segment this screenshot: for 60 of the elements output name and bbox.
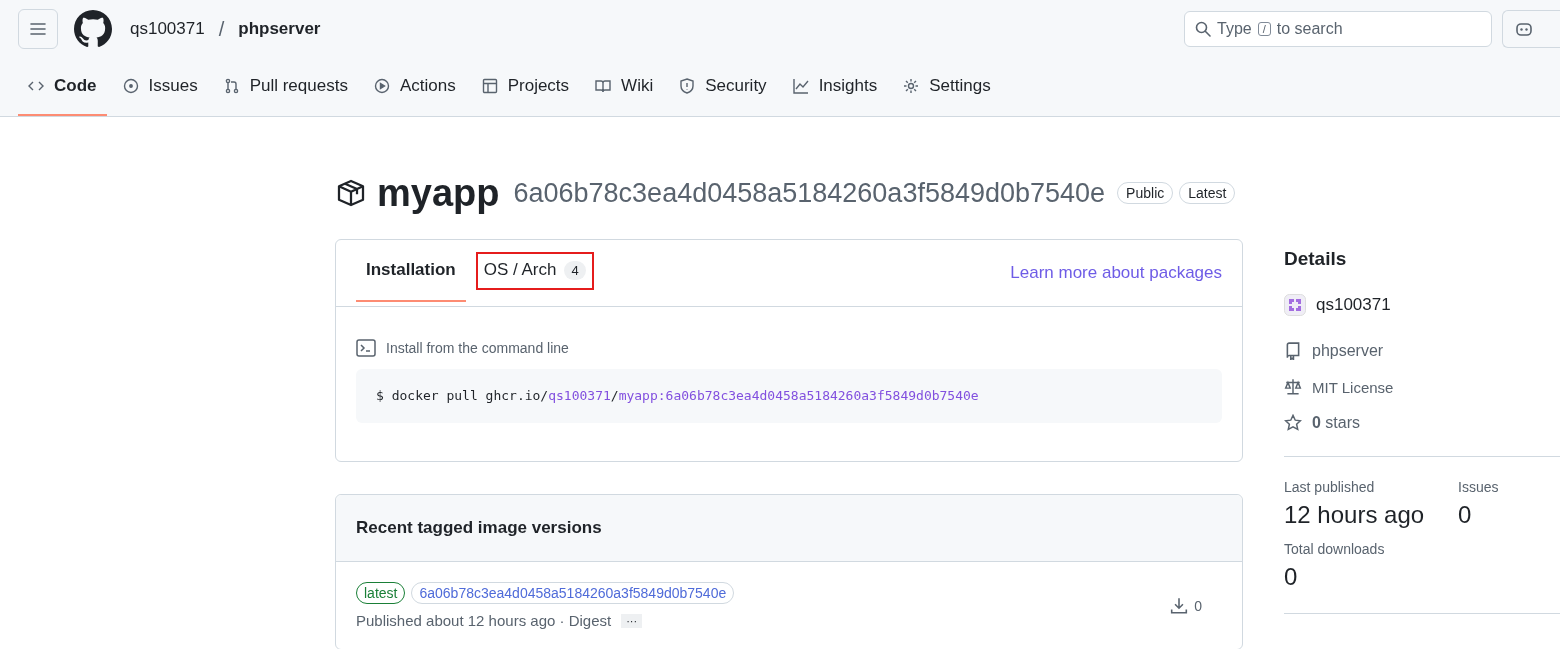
octocat-logo-icon[interactable]	[74, 10, 112, 48]
slash-key: /	[1257, 22, 1271, 36]
package-tab[interactable]: Installation	[356, 240, 466, 302]
learn-more-link[interactable]: Learn more about packages	[1010, 240, 1222, 306]
star-icon	[1284, 414, 1302, 432]
publish-info: Published about 12 hours ago · Digest	[356, 612, 612, 629]
repo-nav-tab[interactable]: Projects	[471, 58, 580, 116]
stat-value: 0	[1284, 563, 1299, 591]
repo-nav-tab[interactable]: Code	[18, 58, 107, 116]
repo-nav-tab[interactable]: Insights	[782, 58, 888, 116]
stars-link[interactable]: 0 stars	[1312, 414, 1361, 432]
download-icon	[1170, 596, 1189, 615]
more-button[interactable]: ···	[621, 613, 643, 628]
repo-nav-tab[interactable]: Security	[669, 58, 777, 116]
repo-link[interactable]: phpserver	[238, 19, 321, 39]
package-digest: 6a06b78c3ea4d0458a5184260a3f5849d0b7540e	[513, 177, 1106, 209]
owner-link[interactable]: qs100371	[1316, 295, 1391, 315]
repo-link[interactable]: phpserver	[1312, 342, 1384, 360]
repo-nav-tab[interactable]: Settings	[893, 58, 1001, 116]
stat-label: Total downloads	[1284, 541, 1386, 557]
menu-icon	[30, 21, 46, 37]
play-icon	[373, 78, 390, 94]
search-placeholder: Type	[1217, 20, 1252, 38]
stat-value: 0	[1458, 501, 1473, 529]
search-icon	[1195, 21, 1211, 37]
shield-icon	[679, 78, 696, 94]
scale-icon	[1284, 378, 1302, 396]
package-tab[interactable]: OS / Arch 4	[463, 240, 606, 302]
repo-icon	[1284, 342, 1302, 360]
table-icon	[481, 78, 498, 94]
terminal-icon	[356, 339, 376, 357]
download-count: 0	[1194, 597, 1202, 614]
copilot-button[interactable]	[1502, 10, 1560, 48]
owner-link[interactable]: qs100371	[130, 19, 205, 39]
circle-dot-icon	[122, 78, 139, 94]
package-name: myapp	[377, 171, 500, 215]
repo-nav-tab[interactable]: Actions	[363, 58, 466, 116]
repo-nav-tab[interactable]: Issues	[112, 58, 208, 116]
stat-value: 12 hours ago	[1284, 501, 1426, 529]
license-link[interactable]: MIT License	[1312, 378, 1394, 396]
graph-icon	[792, 78, 809, 94]
stat-label: Issues	[1458, 479, 1500, 495]
robot-icon	[1515, 21, 1533, 37]
settings-icon	[903, 78, 920, 94]
package-icon	[335, 177, 367, 209]
pull-request-icon	[223, 78, 240, 94]
book-icon	[595, 78, 612, 94]
search-placeholder: to search	[1276, 20, 1343, 38]
avatar-icon	[1284, 294, 1306, 316]
tab-counter: 4	[564, 260, 586, 280]
section-label: Install from the command line	[386, 340, 569, 356]
search-field[interactable]: Type / to search	[1184, 11, 1492, 47]
repo-nav-tab[interactable]: Pull requests	[213, 58, 358, 116]
docker-command: $ docker pull ghcr.io/qs100371/myapp:6a06b78c3ea4d0458a5184260a3f5849d0b7540e	[356, 369, 1222, 423]
repo-nav-tab[interactable]: Wiki	[585, 58, 664, 116]
menu-button[interactable]	[18, 9, 58, 49]
breadcrumb-separator: /	[218, 17, 225, 41]
stat-label: Last published	[1284, 479, 1376, 495]
section-title: Recent tagged image versions	[356, 518, 602, 538]
details-title: Details	[1284, 248, 1348, 270]
